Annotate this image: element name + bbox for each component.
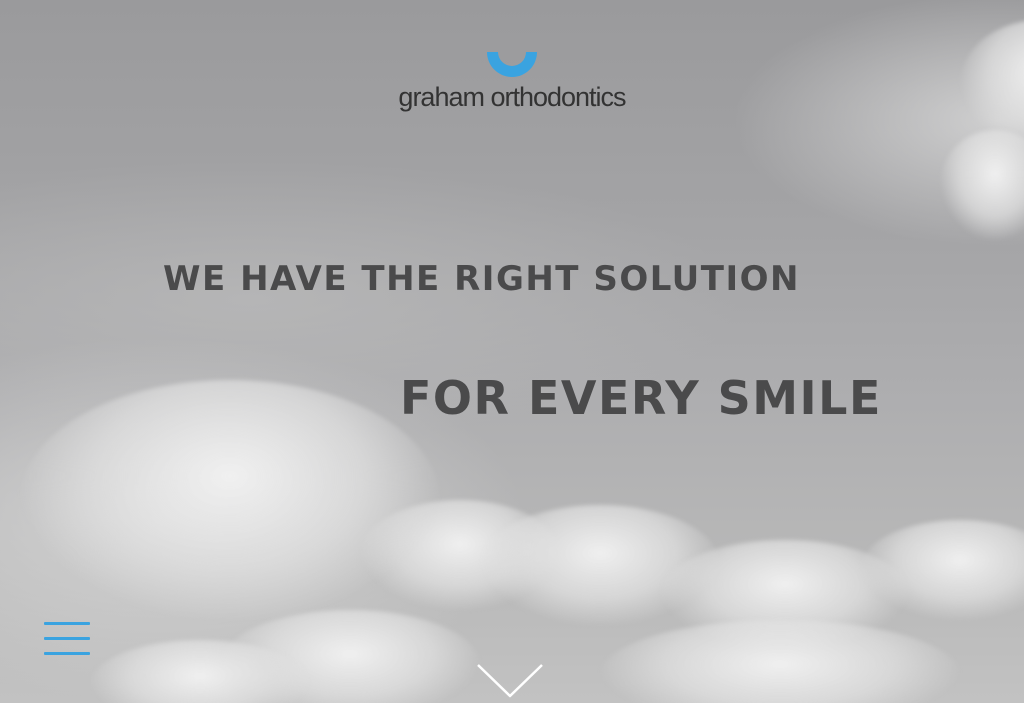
menu-bar xyxy=(44,622,90,625)
chevron-down-icon xyxy=(477,664,543,698)
cloud-shape xyxy=(20,380,440,620)
smile-arc-icon xyxy=(487,52,537,77)
hamburger-menu-icon[interactable] xyxy=(42,618,92,658)
site-logo[interactable]: graham orthodontics xyxy=(0,52,1024,112)
cloud-shape xyxy=(600,620,960,703)
cloud-shape xyxy=(940,130,1024,240)
brand-name: graham orthodontics xyxy=(398,82,626,112)
menu-bar xyxy=(44,652,90,655)
headline-primary: WE HAVE THE RIGHT SOLUTION xyxy=(163,259,800,299)
menu-bar xyxy=(44,637,90,640)
scroll-down-button[interactable] xyxy=(475,660,545,700)
headline-secondary: FOR EVERY SMILE xyxy=(400,371,882,425)
